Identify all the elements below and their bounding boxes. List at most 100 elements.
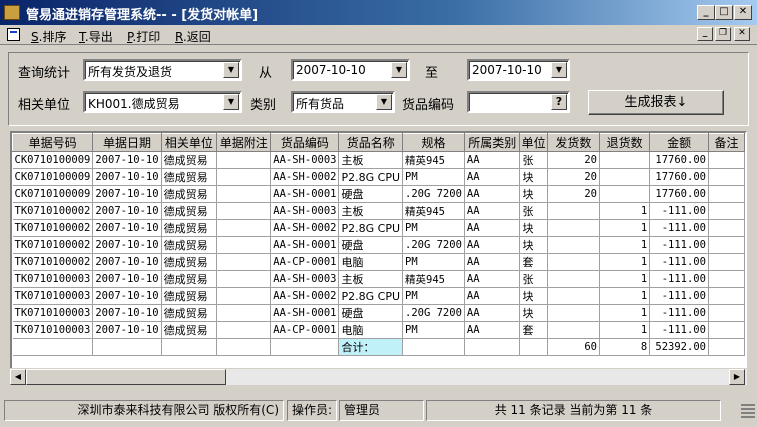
table-cell[interactable]: CK0710100009 (12, 168, 94, 186)
table-cell[interactable]: 德成贸易 (161, 151, 218, 169)
close-button[interactable]: ✕ (734, 5, 752, 20)
column-header[interactable]: 货品编码 (270, 133, 340, 152)
data-grid[interactable]: 单据号码 单据日期 相关单位 单据附注 货品编码 货品名称 规格 所属类别 单位 发货数 退货数 金额… (10, 131, 747, 385)
table-cell[interactable]: 德成贸易 (161, 168, 218, 186)
table-cell[interactable]: -111.00 (649, 321, 709, 339)
table-cell[interactable]: TK0710100002 (12, 236, 94, 254)
table-cell[interactable]: AA-SH-0003 (270, 270, 340, 288)
table-cell[interactable]: 1 (599, 304, 651, 322)
table-row[interactable]: TK0710100002 2007-10-10 德成贸易 AA-SH-0001 硬盘 .2… (12, 236, 745, 254)
table-row[interactable]: TK0710100003 2007-10-10 德成贸易 AA-SH-0001 硬盘 .2… (12, 304, 745, 322)
to-date-field[interactable]: 2007-10-10 ▼ (467, 59, 570, 81)
table-cell[interactable]: 2007-10-10 (92, 236, 162, 254)
table-cell[interactable]: 德成贸易 (161, 321, 218, 339)
table-cell[interactable]: 精英945 (402, 270, 465, 288)
table-cell[interactable]: 电脑 (338, 321, 403, 339)
from-date-field[interactable]: 2007-10-10 ▼ (291, 59, 410, 81)
table-cell[interactable]: -111.00 (649, 253, 709, 271)
table-cell[interactable]: P2.8G CPU (338, 287, 403, 305)
table-cell[interactable]: 17760.00 (649, 151, 709, 169)
table-cell[interactable] (708, 321, 745, 339)
table-cell[interactable]: 块 (519, 287, 548, 305)
horizontal-scrollbar[interactable]: ◀ ▶ (10, 368, 747, 385)
column-header[interactable]: 所属类别 (463, 133, 521, 152)
scroll-thumb[interactable] (26, 369, 226, 385)
column-header[interactable]: 备注 (707, 133, 745, 152)
table-cell[interactable]: 德成贸易 (161, 287, 218, 305)
lookup-button[interactable]: ? (551, 94, 567, 110)
table-cell[interactable] (216, 253, 272, 271)
menu-back[interactable]: R.返回 (175, 28, 211, 45)
table-cell[interactable]: 1 (599, 321, 651, 339)
table-cell[interactable]: .20G 7200 (402, 185, 465, 203)
table-cell[interactable] (216, 151, 272, 169)
table-cell[interactable]: CK0710100009 (12, 151, 94, 169)
table-cell[interactable]: -111.00 (649, 287, 709, 305)
table-cell[interactable]: 2007-10-10 (92, 304, 162, 322)
table-cell[interactable]: TK0710100003 (12, 304, 94, 322)
table-cell[interactable] (547, 202, 601, 220)
table-cell[interactable] (547, 270, 601, 288)
table-cell[interactable]: 主板 (338, 202, 403, 220)
table-cell[interactable]: P2.8G CPU (338, 168, 403, 186)
table-cell[interactable]: AA (464, 202, 521, 220)
table-cell[interactable]: AA (464, 287, 521, 305)
scroll-right-icon[interactable]: ▶ (729, 369, 745, 385)
table-cell[interactable] (216, 270, 272, 288)
generate-report-button[interactable]: 生成报表↓ (588, 90, 724, 115)
table-cell[interactable]: 张 (519, 151, 548, 169)
column-header[interactable]: 退货数 (599, 133, 651, 152)
table-cell[interactable]: 电脑 (338, 253, 403, 271)
table-cell[interactable]: AA-SH-0001 (270, 236, 340, 254)
table-cell[interactable]: 德成贸易 (161, 253, 218, 271)
table-cell[interactable]: 2007-10-10 (92, 168, 162, 186)
table-cell[interactable]: AA-SH-0002 (270, 168, 340, 186)
table-cell[interactable]: -111.00 (649, 202, 709, 220)
menu-export[interactable]: T.导出 (79, 28, 113, 45)
table-cell[interactable]: 1 (599, 202, 651, 220)
chevron-down-icon[interactable]: ▼ (223, 94, 239, 110)
table-cell[interactable] (708, 185, 745, 203)
table-cell[interactable]: 2007-10-10 (92, 253, 162, 271)
table-cell[interactable]: CK0710100009 (12, 185, 94, 203)
scroll-left-icon[interactable]: ◀ (10, 369, 26, 385)
table-cell[interactable]: 主板 (338, 270, 403, 288)
table-cell[interactable] (708, 202, 745, 220)
table-cell[interactable]: 块 (519, 168, 548, 186)
table-cell[interactable]: AA (464, 270, 521, 288)
column-header[interactable]: 发货数 (546, 133, 601, 152)
table-cell[interactable]: 1 (599, 287, 651, 305)
column-header[interactable]: 金额 (649, 133, 709, 152)
table-row[interactable]: TK0710100002 2007-10-10 德成贸易 AA-SH-0002 P2.8… (12, 219, 745, 237)
table-cell[interactable]: AA-SH-0001 (270, 304, 340, 322)
table-cell[interactable]: 20 (547, 185, 601, 203)
table-cell[interactable] (708, 168, 745, 186)
table-cell[interactable]: 17760.00 (649, 185, 709, 203)
table-cell[interactable]: -111.00 (649, 270, 709, 288)
table-cell[interactable]: 主板 (338, 151, 403, 169)
table-cell[interactable]: 1 (599, 219, 651, 237)
table-cell[interactable] (708, 151, 745, 169)
table-cell[interactable]: TK0710100003 (12, 270, 94, 288)
code-input[interactable]: ? (467, 91, 570, 113)
table-cell[interactable]: 张 (519, 202, 548, 220)
table-cell[interactable]: AA-SH-0002 (270, 287, 340, 305)
table-cell[interactable]: AA (464, 304, 521, 322)
table-cell[interactable] (216, 219, 272, 237)
table-cell[interactable]: AA-CP-0001 (270, 321, 340, 339)
table-cell[interactable]: 2007-10-10 (92, 202, 162, 220)
table-cell[interactable]: AA (464, 321, 521, 339)
table-cell[interactable] (599, 185, 651, 203)
table-cell[interactable]: P2.8G CPU (338, 219, 403, 237)
chevron-down-icon[interactable]: ▼ (551, 62, 567, 78)
table-cell[interactable] (547, 219, 601, 237)
table-cell[interactable]: 张 (519, 270, 548, 288)
table-cell[interactable] (216, 202, 272, 220)
table-cell[interactable]: 精英945 (402, 151, 465, 169)
column-header[interactable]: 单据日期 (92, 133, 162, 152)
menu-sort[interactable]: S.排序 (31, 28, 66, 45)
table-row[interactable]: CK0710100009 2007-10-10 德成贸易 AA-SH-0001 硬盘 .2… (12, 185, 745, 203)
table-cell[interactable] (599, 168, 651, 186)
table-cell[interactable] (547, 304, 601, 322)
table-row[interactable]: TK0710100003 2007-10-10 德成贸易 AA-CP-0001 电脑 PM… (12, 321, 745, 339)
